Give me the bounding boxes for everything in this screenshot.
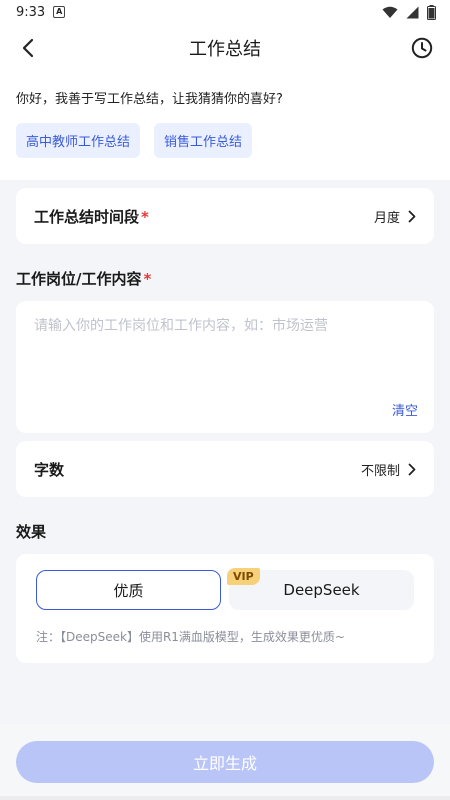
- back-arrow-icon: [22, 38, 34, 58]
- nav-bar: 工作总结: [0, 24, 450, 72]
- chevron-right-icon: [408, 210, 416, 222]
- form-content: 工作总结时间段* 月度 工作岗位/工作内容* 清空 字数 不限制 效果 优质 V…: [0, 180, 450, 663]
- effect-options: 优质 VIP DeepSeek: [36, 568, 414, 610]
- word-count-value: 不限制: [360, 463, 400, 479]
- period-selector[interactable]: 工作总结时间段 * 月度: [16, 188, 434, 244]
- deepseek-label: DeepSeek: [283, 581, 360, 599]
- generate-button[interactable]: 立即生成: [16, 741, 434, 783]
- signal-icon: [406, 6, 419, 18]
- chip-sales-summary[interactable]: 销售工作总结: [154, 123, 253, 158]
- page-title: 工作总结: [189, 39, 261, 60]
- intro-section: 你好，我善于写工作总结，让我猜猜你的喜好? 高中教师工作总结 销售工作总结: [0, 72, 450, 180]
- effect-option-deepseek[interactable]: VIP DeepSeek: [227, 568, 414, 610]
- clock-icon: [411, 37, 433, 59]
- chevron-right-icon: [408, 463, 416, 475]
- job-content-input[interactable]: [34, 315, 416, 395]
- clear-button[interactable]: 清空: [392, 400, 418, 419]
- job-section-title: 工作岗位/工作内容 *: [16, 270, 152, 288]
- word-count-selector[interactable]: 字数 不限制: [16, 441, 434, 497]
- status-bar: 9:33 A: [0, 0, 450, 24]
- history-button[interactable]: [410, 36, 434, 60]
- required-mark: *: [141, 207, 149, 226]
- a-icon: A: [53, 6, 66, 18]
- bottom-bar: 立即生成: [0, 724, 450, 800]
- home-indicator: [0, 796, 450, 800]
- effect-card: 优质 VIP DeepSeek 注：【DeepSeek】使用R1满血版模型，生成…: [16, 554, 434, 663]
- period-value-area: 月度: [374, 207, 416, 226]
- required-mark: *: [143, 270, 152, 288]
- word-count-label: 字数: [34, 460, 65, 479]
- vip-badge: VIP: [227, 568, 260, 585]
- effect-section-title: 效果: [16, 523, 47, 541]
- chip-teacher-summary[interactable]: 高中教师工作总结: [16, 123, 141, 158]
- period-value: 月度: [373, 210, 400, 226]
- wifi-icon: [382, 6, 398, 18]
- word-count-value-area: 不限制: [361, 460, 416, 479]
- greeting-text: 你好，我善于写工作总结，让我猜猜你的喜好?: [16, 92, 283, 107]
- effect-note: 注：【DeepSeek】使用R1满血版模型，生成效果更优质~: [36, 630, 345, 644]
- back-button[interactable]: [16, 36, 40, 60]
- suggestion-chips: 高中教师工作总结 销售工作总结: [16, 123, 434, 158]
- battery-icon: [427, 4, 436, 20]
- effect-option-quality[interactable]: 优质: [36, 570, 221, 610]
- status-time: 9:33: [16, 4, 46, 20]
- job-input-card: 清空: [16, 301, 434, 433]
- period-label: 工作总结时间段 *: [34, 207, 149, 226]
